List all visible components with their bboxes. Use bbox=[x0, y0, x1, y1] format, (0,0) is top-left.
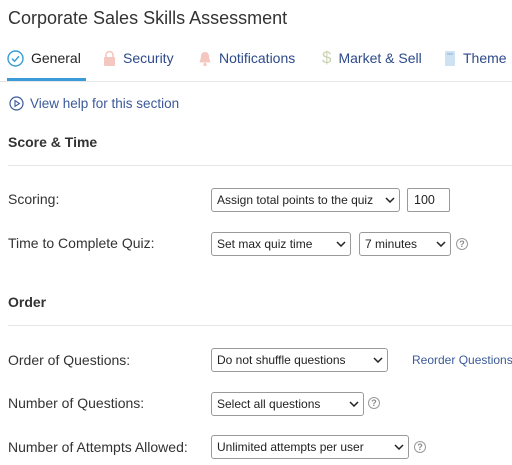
attempts-value: Unlimited attempts per user bbox=[217, 440, 364, 454]
number-questions-label: Number of Questions: bbox=[8, 395, 145, 411]
order-questions-value: Do not shuffle questions bbox=[217, 353, 346, 367]
time-label: Time to Complete Quiz: bbox=[8, 235, 155, 251]
chevron-down-icon bbox=[432, 241, 450, 247]
chevron-down-icon bbox=[332, 241, 350, 247]
time-duration-select[interactable]: 7 minutes bbox=[359, 232, 451, 256]
help-label: View help for this section bbox=[30, 96, 180, 111]
section-title-order: Order bbox=[8, 294, 47, 310]
tab-theme[interactable]: Theme bbox=[444, 46, 507, 70]
chevron-down-icon bbox=[369, 357, 387, 363]
tab-general[interactable]: General bbox=[7, 46, 81, 70]
order-questions-select[interactable]: Do not shuffle questions bbox=[211, 348, 388, 372]
tab-label: Notifications bbox=[219, 50, 296, 66]
tab-label: General bbox=[31, 50, 81, 66]
time-duration-value: 7 minutes bbox=[365, 237, 418, 251]
time-help-icon[interactable]: ? bbox=[456, 238, 468, 250]
number-questions-value: Select all questions bbox=[217, 397, 321, 411]
lock-icon bbox=[103, 50, 116, 67]
scoring-select-value: Assign total points to the quiz bbox=[217, 193, 374, 207]
attempts-help-icon[interactable]: ? bbox=[414, 441, 426, 453]
page-title: Corporate Sales Skills Assessment bbox=[8, 8, 288, 28]
tab-notifications[interactable]: Notifications bbox=[198, 46, 295, 70]
scoring-select[interactable]: Assign total points to the quiz bbox=[211, 188, 400, 212]
number-questions-select[interactable]: Select all questions bbox=[211, 392, 364, 416]
order-questions-label: Order of Questions: bbox=[8, 352, 131, 368]
time-mode-select[interactable]: Set max quiz time bbox=[211, 232, 351, 256]
tab-label: Market & Sell bbox=[338, 50, 422, 66]
tab-label: Theme bbox=[463, 50, 507, 66]
check-circle-icon bbox=[7, 49, 24, 67]
view-help-link[interactable]: View help for this section bbox=[9, 96, 179, 111]
reorder-questions-link[interactable]: Reorder Questions bbox=[412, 353, 512, 367]
section-divider bbox=[8, 165, 512, 166]
chevron-down-icon bbox=[390, 444, 408, 450]
tab-security[interactable]: Security bbox=[103, 46, 174, 70]
points-input[interactable]: 100 bbox=[407, 188, 450, 212]
play-circle-icon bbox=[9, 96, 24, 111]
bell-icon bbox=[198, 50, 212, 67]
tab-bar: General Security Notifications $ Market … bbox=[0, 40, 512, 82]
attempts-select[interactable]: Unlimited attempts per user bbox=[211, 435, 409, 459]
dollar-icon: $ bbox=[322, 48, 332, 67]
tab-market-sell[interactable]: $ Market & Sell bbox=[322, 46, 422, 70]
chevron-down-icon bbox=[345, 401, 363, 407]
section-divider bbox=[8, 325, 512, 326]
number-questions-help-icon[interactable]: ? bbox=[368, 397, 380, 409]
attempts-label: Number of Attempts Allowed: bbox=[8, 439, 188, 455]
tab-label: Security bbox=[123, 50, 174, 66]
scoring-label: Scoring: bbox=[8, 191, 60, 207]
section-title-score-time: Score & Time bbox=[8, 134, 98, 150]
active-tab-indicator bbox=[7, 78, 86, 81]
chevron-down-icon bbox=[381, 197, 399, 203]
theme-icon bbox=[444, 50, 456, 67]
time-mode-value: Set max quiz time bbox=[217, 237, 313, 251]
